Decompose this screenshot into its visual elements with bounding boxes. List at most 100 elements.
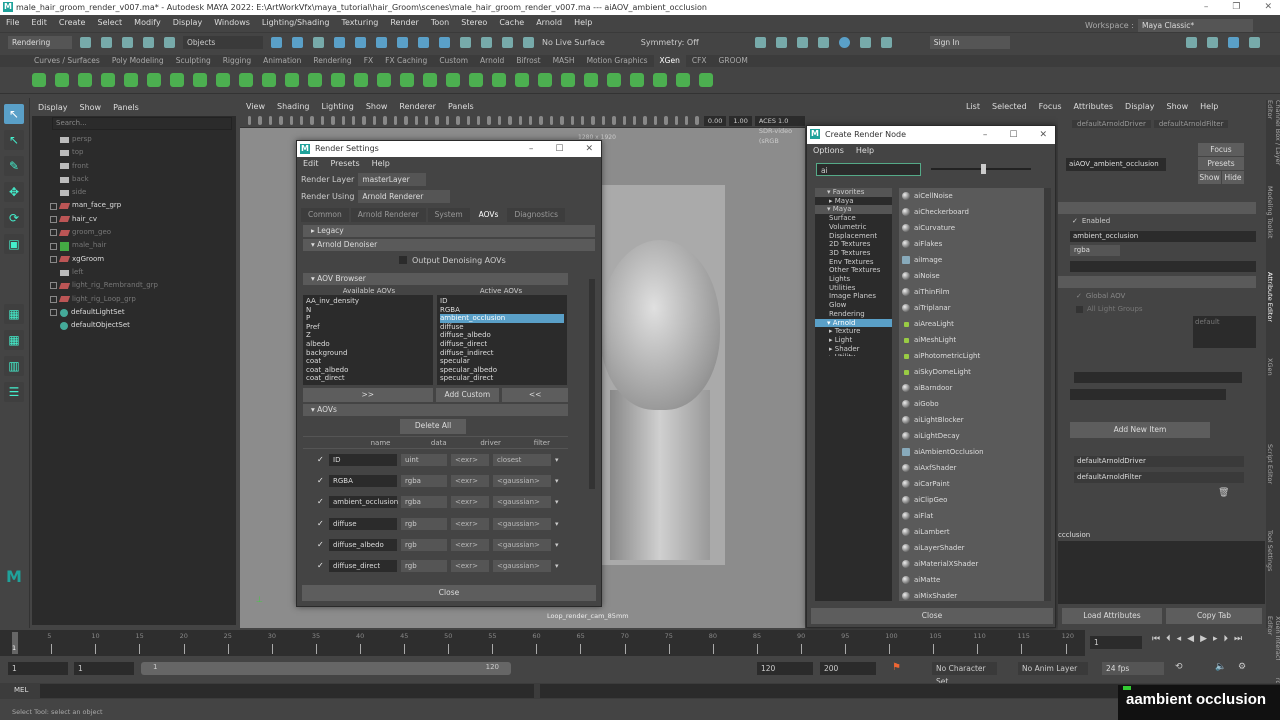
shelf-tab-sculpting[interactable]: Sculpting — [170, 55, 217, 67]
available-aov-item[interactable]: albedo — [306, 340, 430, 349]
shelf-tab-curves-surfaces[interactable]: Curves / Surfaces — [28, 55, 106, 67]
shelf-tab-arnold[interactable]: Arnold — [474, 55, 510, 67]
symmetry-dropdown[interactable]: Symmetry: Off — [641, 38, 699, 47]
aov-enabled-checkbox[interactable]: ✓ — [317, 562, 325, 570]
ae-menu-attributes[interactable]: Attributes — [1074, 100, 1114, 116]
node-search-input[interactable]: ai — [816, 162, 921, 176]
outliner-menu-panels[interactable]: Panels — [113, 100, 139, 116]
aovs-section[interactable]: ▾ AOVs — [303, 404, 568, 416]
shelf-tab-mash[interactable]: MASH — [547, 55, 581, 67]
tree-item-maya[interactable]: ▸ Maya — [815, 197, 892, 206]
all-light-groups-checkbox[interactable]: All Light Groups — [1076, 305, 1143, 313]
menu-help[interactable]: Help — [574, 15, 592, 31]
xgen-shelf-tool-icon[interactable] — [262, 73, 276, 87]
end-time-field[interactable]: 200 — [820, 662, 876, 675]
viewport-tool-icon[interactable] — [508, 116, 512, 125]
rotate-tool-icon[interactable]: ⟳ — [4, 208, 24, 228]
crn-menu-options[interactable]: Options — [813, 144, 844, 158]
live-surface-field[interactable]: No Live Surface — [542, 38, 605, 47]
aov-name-field[interactable]: RGBA — [329, 474, 397, 487]
aov-driver-dropdown[interactable]: <exr> — [451, 560, 489, 573]
tree-item-lights[interactable]: Lights — [815, 275, 892, 284]
viewport-field-exposure[interactable]: 0.00 — [703, 115, 727, 126]
aov-name-field[interactable]: diffuse — [329, 517, 397, 530]
range-slider[interactable]: 1 120 — [141, 662, 511, 675]
ae-tab-driver[interactable]: defaultArnoldDriver — [1072, 120, 1151, 128]
viewport-menu-view[interactable]: View — [246, 100, 265, 114]
aov-enabled-checkbox[interactable]: ✓ — [317, 476, 325, 485]
aov-driver-dropdown[interactable]: <exr> — [451, 538, 489, 551]
renderer-dropdown[interactable]: Arnold Renderer — [358, 190, 451, 203]
viewport-tool-icon[interactable] — [383, 116, 387, 125]
hide-button[interactable]: Hide — [1222, 171, 1244, 184]
shelf-tab-cfx[interactable]: CFX — [686, 55, 713, 67]
minimize-icon[interactable]: – — [1204, 0, 1209, 15]
ae-menu-list[interactable]: List — [966, 100, 980, 116]
snap-curve-icon[interactable] — [355, 37, 366, 48]
history-icon[interactable] — [481, 37, 492, 48]
output-denoising-checkbox[interactable] — [399, 256, 407, 264]
aov-browser-section[interactable]: ▾ AOV Browser — [303, 273, 568, 285]
tree-item-light[interactable]: ▸ Light — [815, 336, 892, 345]
maximize-icon[interactable]: ☐ — [555, 141, 563, 157]
rs-menu-edit[interactable]: Edit — [303, 157, 319, 171]
tree-item-other-textures[interactable]: Other Textures — [815, 266, 892, 275]
expand-icon[interactable] — [50, 242, 57, 250]
viewport-tool-icon[interactable] — [372, 116, 377, 125]
outliner-item[interactable]: top — [32, 146, 236, 159]
render-node-item[interactable]: aiImage — [899, 252, 1044, 268]
viewport-tool-icon[interactable] — [289, 116, 294, 125]
xgen-shelf-tool-icon[interactable] — [653, 73, 667, 87]
aov-enabled-checkbox[interactable]: ✓ — [317, 498, 325, 506]
tree-item-shader[interactable]: ▸ Shader — [815, 345, 892, 354]
shelf-tab-xgen[interactable]: XGen — [653, 55, 686, 67]
select-tool-icon[interactable]: ↖ — [4, 104, 24, 124]
menu-stereo[interactable]: Stereo — [461, 15, 487, 31]
outliner-item[interactable]: defaultLightSet — [32, 306, 236, 319]
xgen-shelf-tool-icon[interactable] — [124, 73, 138, 87]
xgen-shelf-tool-icon[interactable] — [101, 73, 115, 87]
expand-icon[interactable] — [50, 215, 57, 223]
layout-single-icon[interactable]: ▦ — [4, 304, 24, 324]
viewport-tool-icon[interactable] — [320, 116, 325, 125]
aov-data-field[interactable]: rgb — [401, 560, 447, 573]
shelf-tab-fx-caching[interactable]: FX Caching — [379, 55, 433, 67]
notes-field[interactable] — [1058, 541, 1265, 604]
viewport-tool-icon[interactable] — [685, 116, 689, 125]
shader-field[interactable] — [1074, 372, 1242, 383]
node-list[interactable]: aiCellNoise aiCheckerboard aiCurvature aiFl… — [899, 188, 1044, 601]
xgen-shelf-tool-icon[interactable] — [170, 73, 184, 87]
outliner-item[interactable]: xgGroom — [32, 253, 236, 266]
enabled-checkbox[interactable]: ✓ Enabled — [1072, 217, 1110, 225]
load-attributes-button[interactable]: Load Attributes — [1062, 608, 1162, 624]
outliner-item[interactable]: hair_cv — [32, 213, 236, 226]
denoiser-section[interactable]: ▾ Arnold Denoiser — [303, 239, 595, 251]
xgen-shelf-tool-icon[interactable] — [607, 73, 621, 87]
tree-item-favorites[interactable]: ▾ Favorites — [815, 188, 892, 197]
viewport-tool-icon[interactable] — [612, 116, 616, 125]
menu-edit[interactable]: Edit — [31, 15, 47, 31]
xgen-shelf-tool-icon[interactable] — [561, 73, 575, 87]
aov-data-field[interactable]: rgba — [401, 496, 447, 509]
select-component-icon[interactable] — [313, 37, 324, 48]
active-aov-item[interactable]: ID — [440, 297, 564, 306]
aov-driver-dropdown[interactable]: <exr> — [451, 453, 489, 466]
viewport-menu-renderer[interactable]: Renderer — [399, 100, 436, 114]
ae-menu-display[interactable]: Display — [1125, 100, 1155, 116]
side-tab-channel-box-layer-editor[interactable]: Channel Box / Layer Editor — [1266, 100, 1280, 180]
viewport-tool-icon[interactable] — [643, 116, 647, 125]
render-node-item[interactable]: aiMeshLight — [899, 332, 1044, 348]
viewport-tool-icon[interactable] — [310, 116, 314, 125]
xgen-shelf-tool-icon[interactable] — [32, 73, 46, 87]
paint-select-icon[interactable]: ✎ — [4, 156, 24, 176]
select-object-icon[interactable] — [292, 37, 303, 48]
legacy-section[interactable]: ▸ Legacy — [303, 225, 595, 237]
xgen-shelf-tool-icon[interactable] — [331, 73, 345, 87]
menuset-dropdown[interactable]: Rendering — [8, 36, 72, 49]
viewport-tool-icon[interactable] — [352, 116, 356, 125]
outliner-search-input[interactable]: Search... — [52, 117, 232, 130]
tab-system[interactable]: System — [427, 208, 470, 222]
playback-end-field[interactable]: 120 — [757, 662, 813, 675]
open-scene-icon[interactable] — [101, 37, 112, 48]
close-icon[interactable]: ✕ — [1264, 0, 1272, 15]
